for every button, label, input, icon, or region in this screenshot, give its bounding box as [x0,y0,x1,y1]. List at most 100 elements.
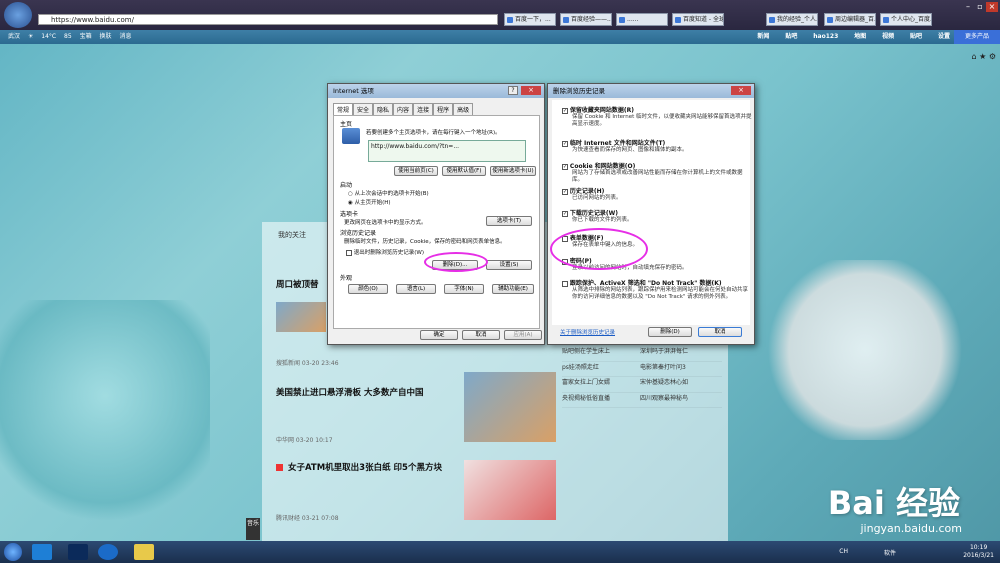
startup-option-last[interactable]: ○ 从上次会话中的选项卡开始(B) [348,189,429,197]
close-icon[interactable]: × [986,2,998,12]
watermark-url: jingyan.baidu.com [860,522,962,535]
languages-button[interactable]: 语言(L) [396,284,436,294]
option-cookies[interactable]: ✓ Cookie 和网站数据(O) 网站为了存储首选项或改善网站性能而存储在你计算… [562,161,752,183]
nav-tieba[interactable]: 贴吧 [785,33,797,40]
news-meta-1: 搜狐新闻 03-20 23:46 [276,360,339,367]
help-icon[interactable]: ? [508,86,518,95]
home-icon[interactable]: ⌂ [971,52,976,61]
tab-5[interactable]: 我的经验_个人... [766,13,818,26]
close-icon[interactable]: × [521,86,541,95]
explorer-taskbar-icon[interactable] [134,544,154,560]
options-panel: ✓ 保留收藏夹网站数据(R) 保留 Cookie 和 Internet 临时文件，… [552,100,752,325]
fonts-button[interactable]: 字体(N) [444,284,484,294]
gear-icon[interactable]: ⚙ [989,52,996,61]
aqi: 85 [64,33,72,40]
music-tab[interactable]: 音乐 [246,518,260,540]
delete-history-dialog: 删除浏览历史记录 × ✓ 保留收藏夹网站数据(R) 保留 Cookie 和 Int… [547,83,755,345]
settings-button[interactable]: 设置(S) [486,260,532,270]
start-button[interactable] [4,543,22,561]
use-current-button[interactable]: 使用当前页(C) [394,166,438,176]
more-products-button[interactable]: 更多产品 [954,30,1000,44]
treasure-link[interactable]: 宝箱 [80,33,92,40]
home-url-field[interactable]: http://www.baidu.com/?tn=... [368,140,526,162]
nav-hao123[interactable]: hao123 [813,33,838,40]
tabs-desc: 更改网页在选项卡中的显示方式。 [344,220,427,226]
media-player-taskbar-icon[interactable] [98,544,118,560]
tab-4[interactable]: 百度知道 - 全球... [672,13,724,26]
cake-decoration [0,300,210,540]
news-title-3[interactable]: 女子ATM机里取出3张白纸 印5个黑方块 [288,462,458,474]
message-link[interactable]: 消息 [119,33,131,40]
news-image-2[interactable] [464,372,556,442]
hot-icon [276,464,283,471]
ok-button[interactable]: 确定 [420,330,458,340]
tab-6[interactable]: 周边编辑器_百... [824,13,876,26]
checkbox-icon [562,280,568,287]
nav-tieba-2[interactable]: 贴吧 [910,33,922,40]
address-bar[interactable]: https://www.baidu.com/ [38,14,498,25]
option-history[interactable]: ✓ 历史记录(H) 已访问网站的列表。 [562,186,752,202]
use-default-button[interactable]: 使用默认值(F) [442,166,486,176]
nav-settings[interactable]: 设置 [938,33,950,40]
news-image-1[interactable] [276,302,326,332]
baidu-jingyan-logo: Bai 经验 [827,484,960,522]
news-image-3[interactable] [464,460,556,520]
star-icon[interactable]: ★ [979,52,986,61]
tabs-button[interactable]: 选项卡(T) [486,216,532,226]
nav-map[interactable]: 地图 [854,33,866,40]
cancel-button[interactable]: 取消 [462,330,500,340]
nav-news[interactable]: 新闻 [757,33,769,40]
about-delete-link[interactable]: 关于删除浏览历史记录 [560,328,615,336]
delete-on-exit-checkbox[interactable]: 退出时删除浏览历史记录(W) [346,248,424,256]
close-icon[interactable]: × [731,86,751,95]
photoshop-taskbar-icon[interactable] [68,544,88,560]
startup-group-label: 启动 [340,182,353,189]
ime-indicator[interactable]: CH [839,548,848,555]
tab-3[interactable]: ...... [616,13,668,26]
history-group-label: 浏览历史记录 [340,230,377,237]
maximize-icon[interactable]: ▫ [974,2,986,12]
news-title-2[interactable]: 美国禁止进口悬浮滑板 大多数产自中国 [276,386,423,398]
city[interactable]: 武汉 [8,33,20,40]
checkbox-checked-icon: ✓ [562,140,568,147]
list-item: 贴吧侧在学生床上 深圳吗于湃湃每仁 [562,346,722,362]
news-meta-2: 中华网 03-20 10:17 [276,437,333,444]
browser-chrome: https://www.baidu.com/ 百度一下，... 百度经验——..… [0,0,1000,30]
taskbar: CH 软件 10:19 2016/3/21 [0,541,1000,563]
option-temp-files[interactable]: ✓ 临时 Internet 文件和网站文件(T) 为快速查看而保存的网页、图像和媒… [562,138,752,154]
highlight-ring [424,252,488,272]
internet-options-dialog: Internet 选项 ? × 常规 安全 隐私 内容 连接 程序 高级 主页 若要创建多个… [327,83,545,345]
hot-links: 贴吧侧在学生床上 深圳吗于湃湃每仁 ps娃汤照走红 电影第秦打叶问3 富家女拉上门女… [562,346,722,408]
news-title-1[interactable]: 周口被顶替 [276,278,319,290]
colors-button[interactable]: 颜色(O) [348,284,388,294]
skin-link[interactable]: 换肤 [100,33,112,40]
sun-icon: ☀ [27,33,34,40]
house-icon [342,128,360,144]
tab-2[interactable]: 百度经验——... [560,13,612,26]
checkbox-checked-icon: ✓ [562,188,568,195]
ie-taskbar-icon[interactable] [32,544,52,560]
list-item: 央视揭秘低俗直播 四川观察最神秘鸟 [562,393,722,408]
list-item: ps娃汤照走红 电影第秦打叶问3 [562,362,722,377]
use-new-tab-button[interactable]: 使用新选项卡(U) [490,166,536,176]
option-tracking-protection[interactable]: 跟踪保护、ActiveX 筛选和 "Do Not Track" 数据(K) 从筛选… [562,278,752,300]
back-button[interactable] [4,2,32,28]
option-preserve-favorites[interactable]: ✓ 保留收藏夹网站数据(R) 保留 Cookie 和 Internet 临时文件，… [562,105,752,127]
baidu-top-bar: 武汉 ☀ 14°C 85 宝箱 换肤 消息 新闻 贴吧 hao123 地图 视频… [0,30,1000,44]
delete-button[interactable]: 删除(D) [648,327,692,337]
tab-1[interactable]: 百度一下，... [504,13,556,26]
feed-header[interactable]: 我的关注 [278,230,306,240]
tab-7[interactable]: 个人中心_百度... [880,13,932,26]
clock[interactable]: 10:19 2016/3/21 [963,544,994,560]
cancel-button[interactable]: 取消 [698,327,742,337]
minimize-icon[interactable]: – [962,2,974,12]
accessibility-button[interactable]: 辅助功能(E) [492,284,534,294]
checkbox-checked-icon: ✓ [562,163,568,170]
apply-button[interactable]: 应用(A) [504,330,542,340]
temperature: 14°C [41,33,57,40]
option-download-history[interactable]: ✓ 下载历史记录(W) 你已下载的文件的列表。 [562,208,752,224]
nav-video[interactable]: 视频 [882,33,894,40]
home-group-label: 主页 [340,121,353,128]
tray-label[interactable]: 软件 [884,548,896,557]
startup-option-home[interactable]: ◉ 从主页开始(H) [348,198,391,206]
